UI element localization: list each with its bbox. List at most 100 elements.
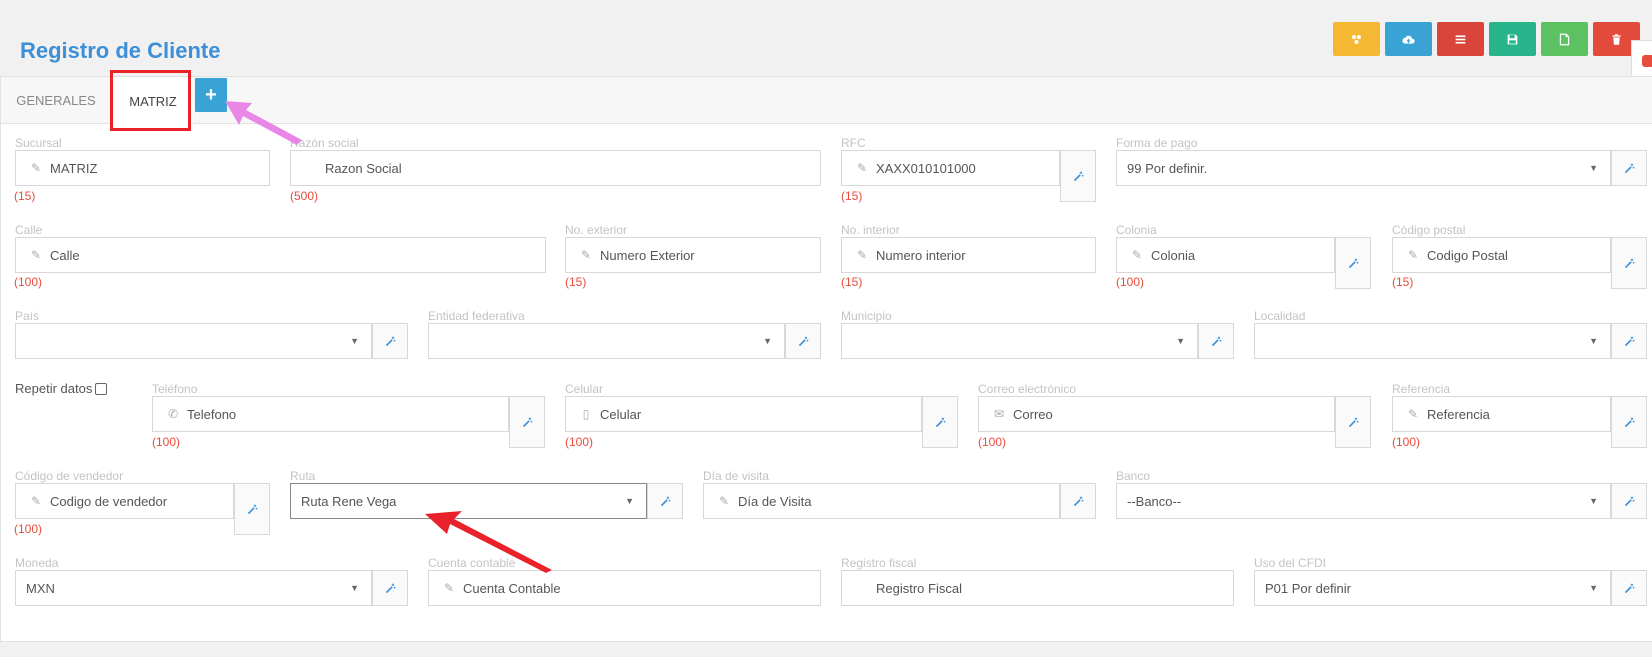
- banco-select[interactable]: --Banco-- ▼: [1116, 483, 1611, 519]
- chevron-down-icon: ▼: [1589, 163, 1598, 173]
- uso-cfdi-select[interactable]: P01 Por definir ▼: [1254, 570, 1611, 606]
- colonia-input[interactable]: ✎ Colonia: [1116, 237, 1335, 273]
- codigo-postal-wand-button[interactable]: [1611, 237, 1647, 289]
- repetir-datos[interactable]: Repetir datos: [15, 381, 108, 396]
- chevron-down-icon: ▼: [1589, 496, 1598, 506]
- localidad-select[interactable]: ▼: [1254, 323, 1611, 359]
- save-button[interactable]: [1489, 22, 1536, 56]
- calle-input[interactable]: ✎ Calle: [15, 237, 546, 273]
- municipio-wand-button[interactable]: [1198, 323, 1234, 359]
- entidad-select[interactable]: ▼: [428, 323, 785, 359]
- pais-select[interactable]: ▼: [15, 323, 372, 359]
- cuenta-contable-label: Cuenta contable: [428, 556, 516, 570]
- referencia-label: Referencia: [1392, 382, 1451, 396]
- moneda-label: Moneda: [15, 556, 59, 570]
- razon-social-input[interactable]: Razon Social: [290, 150, 821, 186]
- moneda-select[interactable]: MXN ▼: [15, 570, 372, 606]
- banco-wand-button[interactable]: [1611, 483, 1647, 519]
- sucursal-input[interactable]: ✎ MATRIZ: [15, 150, 270, 186]
- celular-input[interactable]: ▯ Celular: [565, 396, 922, 432]
- cuenta-contable-input[interactable]: ✎ Cuenta Contable: [428, 570, 821, 606]
- registro-fiscal-input[interactable]: Registro Fiscal: [841, 570, 1234, 606]
- colonia-count: (100): [1116, 275, 1145, 289]
- correo-input[interactable]: ✉ Correo: [978, 396, 1335, 432]
- forma-pago-select[interactable]: 99 Por definir. ▼: [1116, 150, 1611, 186]
- magic-wand-icon: [935, 417, 945, 427]
- magic-wand-icon: [1624, 583, 1634, 593]
- magic-wand-icon: [1073, 171, 1083, 181]
- magic-wand-icon: [1624, 417, 1634, 427]
- telefono-wand-button[interactable]: [509, 396, 545, 448]
- add-tab-button[interactable]: +: [195, 78, 227, 112]
- rfc-count: (15): [841, 189, 863, 203]
- magic-wand-icon: [522, 417, 532, 427]
- uso-cfdi-value: P01 Por definir: [1265, 580, 1351, 596]
- rfc-wand-button[interactable]: [1060, 150, 1096, 202]
- calle-placeholder: Calle: [50, 247, 80, 263]
- banco-label: Banco: [1116, 469, 1151, 483]
- close-badge-icon: [1642, 55, 1652, 67]
- no-interior-placeholder: Numero interior: [876, 247, 966, 263]
- referencia-input[interactable]: ✎ Referencia: [1392, 396, 1611, 432]
- referencia-placeholder: Referencia: [1427, 406, 1490, 422]
- envelope-icon: ✉: [993, 407, 1005, 421]
- magic-wand-icon: [1211, 336, 1221, 346]
- colonia-placeholder: Colonia: [1151, 247, 1196, 263]
- correo-label: Correo electrónico: [978, 382, 1077, 396]
- moneda-value: MXN: [26, 580, 55, 596]
- repetir-datos-label: Repetir datos: [15, 381, 93, 396]
- calle-count: (100): [14, 275, 43, 289]
- tab-bar: GENERALES MATRIZ +: [1, 70, 1652, 131]
- codigo-postal-label: Código postal: [1392, 223, 1466, 237]
- localidad-wand-button[interactable]: [1611, 323, 1647, 359]
- list-button[interactable]: [1437, 22, 1484, 56]
- colonia-wand-button[interactable]: [1335, 237, 1371, 289]
- rfc-input[interactable]: ✎ XAXX010101000: [841, 150, 1060, 186]
- no-exterior-input[interactable]: ✎ Numero Exterior: [565, 237, 821, 273]
- users-button[interactable]: [1333, 22, 1380, 56]
- correo-wand-button[interactable]: [1335, 396, 1371, 448]
- codigo-vendedor-placeholder: Codigo de vendedor: [50, 493, 168, 509]
- chevron-down-icon: ▼: [625, 496, 634, 506]
- pais-wand-button[interactable]: [372, 323, 408, 359]
- file-icon: [1559, 33, 1570, 45]
- no-interior-label: No. interior: [841, 223, 900, 237]
- edit-icon: ✎: [443, 581, 455, 595]
- users-icon: [1352, 34, 1361, 44]
- new-document-button[interactable]: [1541, 22, 1588, 56]
- celular-wand-button[interactable]: [922, 396, 958, 448]
- forma-pago-wand-button[interactable]: [1611, 150, 1647, 186]
- repetir-datos-checkbox[interactable]: [95, 382, 108, 395]
- dia-visita-input[interactable]: ✎ Día de Visita: [703, 483, 1060, 519]
- entidad-label: Entidad federativa: [428, 309, 525, 323]
- telefono-input[interactable]: ✆ Telefono: [152, 396, 509, 432]
- municipio-label: Municipio: [841, 309, 892, 323]
- magic-wand-icon: [798, 336, 808, 346]
- no-interior-input[interactable]: ✎ Numero interior: [841, 237, 1096, 273]
- uso-cfdi-wand-button[interactable]: [1611, 570, 1647, 606]
- entidad-wand-button[interactable]: [785, 323, 821, 359]
- dia-visita-wand-button[interactable]: [1060, 483, 1096, 519]
- edit-icon: ✎: [30, 248, 42, 262]
- no-exterior-count: (15): [565, 275, 587, 289]
- ruta-select[interactable]: Ruta Rene Vega ▼: [290, 483, 647, 519]
- municipio-select[interactable]: ▼: [841, 323, 1198, 359]
- codigo-postal-count: (15): [1392, 275, 1414, 289]
- trash-icon: [1612, 33, 1621, 45]
- ruta-wand-button[interactable]: [647, 483, 683, 519]
- magic-wand-icon: [1624, 258, 1634, 268]
- calle-label: Calle: [15, 223, 43, 237]
- edit-icon: ✎: [718, 494, 730, 508]
- referencia-wand-button[interactable]: [1611, 396, 1647, 448]
- codigo-postal-input[interactable]: ✎ Codigo Postal: [1392, 237, 1611, 273]
- tab-generales[interactable]: GENERALES: [1, 77, 111, 123]
- cloud-upload-button[interactable]: [1385, 22, 1432, 56]
- magic-wand-icon: [1073, 496, 1083, 506]
- moneda-wand-button[interactable]: [372, 570, 408, 606]
- codigo-vendedor-input[interactable]: ✎ Codigo de vendedor: [15, 483, 234, 519]
- edit-icon: ✎: [1131, 248, 1143, 262]
- chevron-down-icon: ▼: [1589, 583, 1598, 593]
- registro-fiscal-label: Registro fiscal: [841, 556, 917, 570]
- codigo-vendedor-wand-button[interactable]: [234, 483, 270, 535]
- forma-pago-value: 99 Por definir.: [1127, 160, 1208, 176]
